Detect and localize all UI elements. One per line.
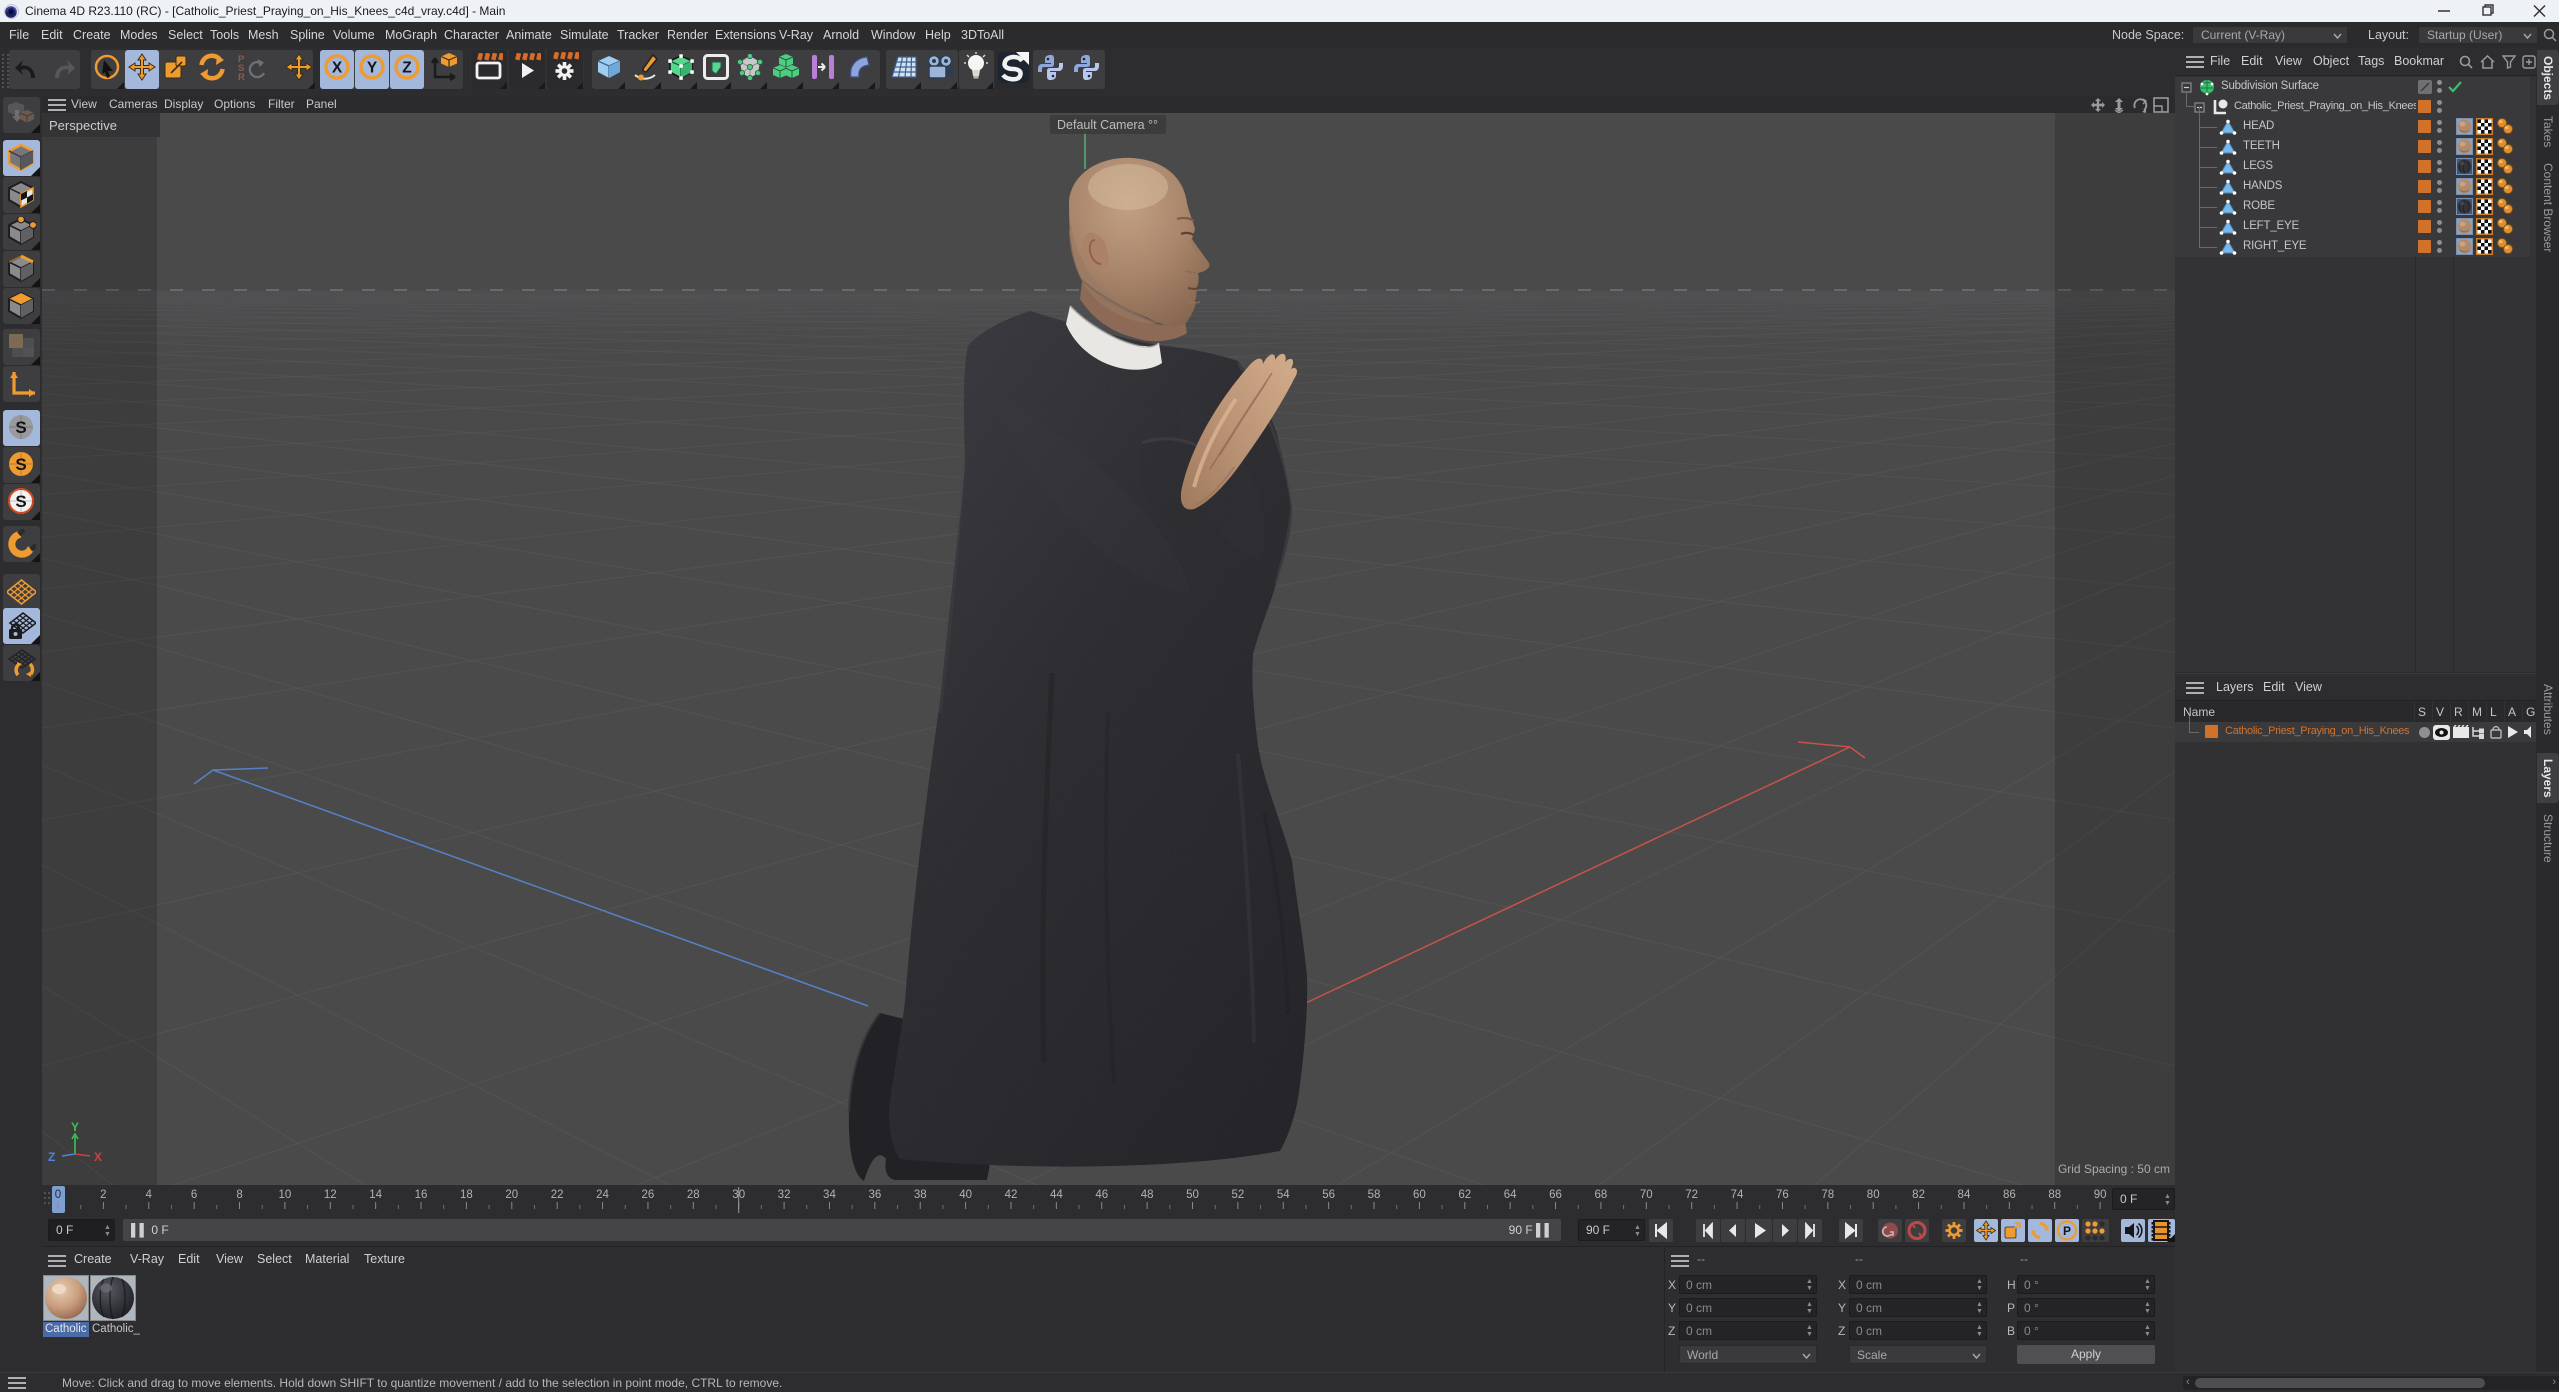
svg-text:X: X xyxy=(332,60,343,77)
svg-text:10: 10 xyxy=(279,1189,292,1201)
svg-text:Y: Y xyxy=(367,60,378,77)
svg-text:Z: Z xyxy=(402,60,412,77)
svg-text:68: 68 xyxy=(1595,1189,1608,1201)
svg-text:78: 78 xyxy=(1821,1189,1834,1201)
svg-text:34: 34 xyxy=(823,1189,836,1201)
svg-text:R: R xyxy=(238,72,245,83)
svg-text:Y: Y xyxy=(71,1120,79,1134)
svg-text:32: 32 xyxy=(778,1189,791,1201)
svg-text:0: 0 xyxy=(55,1189,61,1201)
svg-text:6: 6 xyxy=(191,1189,197,1201)
svg-text:S: S xyxy=(15,492,26,511)
svg-text:36: 36 xyxy=(868,1189,881,1201)
svg-text:40: 40 xyxy=(959,1189,972,1201)
svg-text:S: S xyxy=(15,455,26,474)
svg-text:4: 4 xyxy=(146,1189,153,1201)
svg-text:14: 14 xyxy=(369,1189,382,1201)
svg-text:46: 46 xyxy=(1095,1189,1108,1201)
svg-text:8: 8 xyxy=(236,1189,242,1201)
svg-text:42: 42 xyxy=(1005,1189,1018,1201)
svg-text:54: 54 xyxy=(1277,1189,1290,1201)
svg-text:2: 2 xyxy=(100,1189,106,1201)
svg-text:22: 22 xyxy=(551,1189,564,1201)
svg-text:52: 52 xyxy=(1231,1189,1244,1201)
svg-text:72: 72 xyxy=(1685,1189,1698,1201)
svg-text:38: 38 xyxy=(914,1189,927,1201)
svg-text:Perspective: Perspective xyxy=(49,118,117,133)
svg-text:88: 88 xyxy=(2048,1189,2061,1201)
svg-text:80: 80 xyxy=(1867,1189,1880,1201)
svg-text:70: 70 xyxy=(1640,1189,1653,1201)
svg-text:18: 18 xyxy=(460,1189,473,1201)
svg-text:62: 62 xyxy=(1458,1189,1471,1201)
svg-text:Z: Z xyxy=(48,1150,55,1164)
svg-text:58: 58 xyxy=(1368,1189,1381,1201)
svg-text:60: 60 xyxy=(1413,1189,1426,1201)
svg-text:24: 24 xyxy=(596,1189,609,1201)
svg-text:28: 28 xyxy=(687,1189,700,1201)
svg-text:76: 76 xyxy=(1776,1189,1789,1201)
svg-text:50: 50 xyxy=(1186,1189,1199,1201)
svg-text:90: 90 xyxy=(2094,1189,2107,1201)
svg-text:86: 86 xyxy=(2003,1189,2016,1201)
svg-text:74: 74 xyxy=(1731,1189,1744,1201)
svg-text:Default Camera °°: Default Camera °° xyxy=(1057,118,1158,132)
svg-text:26: 26 xyxy=(642,1189,655,1201)
svg-text:X: X xyxy=(94,1150,102,1164)
svg-text:64: 64 xyxy=(1504,1189,1517,1201)
svg-text:P: P xyxy=(2063,1224,2071,1238)
svg-text:84: 84 xyxy=(1958,1189,1971,1201)
svg-text:82: 82 xyxy=(1912,1189,1925,1201)
svg-text:48: 48 xyxy=(1141,1189,1154,1201)
svg-text:12: 12 xyxy=(324,1189,337,1201)
svg-text:56: 56 xyxy=(1322,1189,1335,1201)
svg-text:20: 20 xyxy=(505,1189,518,1201)
svg-text:Grid Spacing : 50 cm: Grid Spacing : 50 cm xyxy=(2058,1162,2170,1176)
svg-text:66: 66 xyxy=(1549,1189,1562,1201)
svg-text:S: S xyxy=(15,418,26,437)
svg-text:16: 16 xyxy=(415,1189,428,1201)
svg-text:44: 44 xyxy=(1050,1189,1063,1201)
